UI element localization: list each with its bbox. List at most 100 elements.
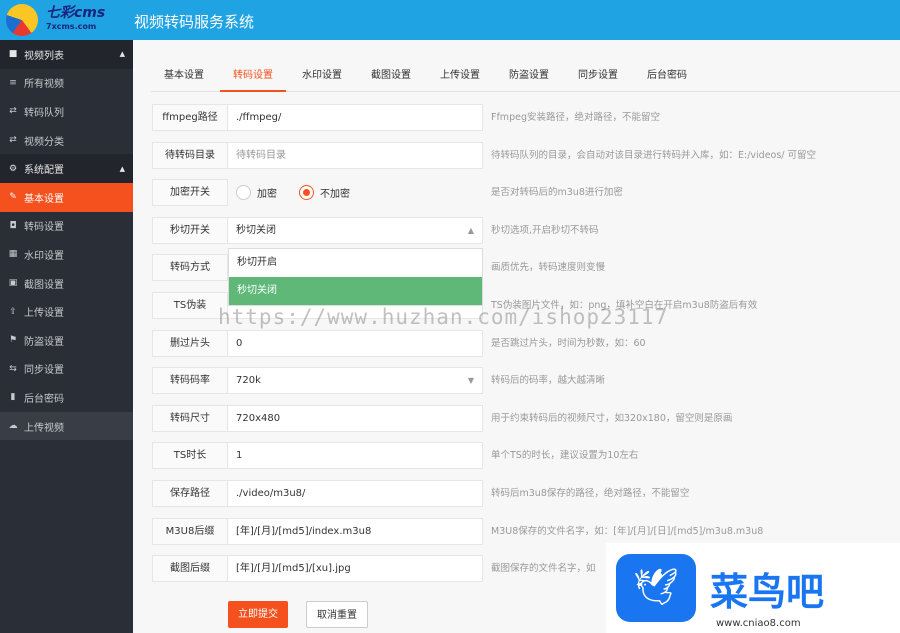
sidebar-item-label: 上传视频 — [24, 422, 64, 434]
caret-up-icon[interactable]: ▲ — [120, 50, 125, 58]
form-row: M3U8后缀 [年]/[月]/[md5]/index.m3u8 M3U8保存的文件名… — [152, 517, 764, 545]
sidebar-item[interactable]: ≡ 所有视频 — [0, 69, 133, 98]
watermark: https://www.huzhan.com/ishop23117 — [218, 305, 669, 329]
radio-button[interactable] — [236, 185, 251, 201]
input-value: [年]/[月]/[md5]/index.m3u8 — [236, 525, 372, 537]
tab[interactable]: 基本设置 — [151, 62, 217, 92]
form-input[interactable]: [年]/[月]/[md5]/[xu].jpg — [228, 555, 483, 583]
form-row: ffmpeg路径 ./ffmpeg/Ffmpeg安装路径，绝对路径，不能留空 — [152, 104, 660, 131]
sidebar-item[interactable]: ▣ 截图设置 — [0, 269, 133, 298]
form-label: 转码方式 — [152, 254, 228, 282]
sidebar-item-label: 截图设置 — [24, 279, 64, 291]
input-value: ./ffmpeg/ — [236, 112, 282, 123]
dropdown-menu: 秒切开启 秒切关闭 — [228, 248, 483, 306]
form-hint: 转码后的码率，越大越清晰 — [491, 375, 606, 387]
form-input[interactable]: [年]/[月]/[md5]/index.m3u8 — [228, 517, 483, 545]
tab[interactable]: 上传设置 — [427, 62, 493, 92]
exchange-icon: ⇄ — [9, 106, 17, 117]
logo[interactable]: 七彩cms 7xcms.com — [6, 2, 131, 38]
form-label: 删过片头 — [152, 329, 228, 357]
cloud-upload-icon: ☁ — [8, 421, 18, 432]
form-row: 转码尺寸 720x480 用于约束转码后的视频尺寸，如320x180，留空则是原画 — [152, 404, 732, 432]
image-icon: ▣ — [8, 278, 18, 289]
sidebar-item[interactable]: ⚙ 系统配置 ▲ — [0, 154, 133, 183]
sidebar-item[interactable]: ⇄ 转码队列 — [0, 97, 133, 126]
sidebar-item[interactable]: ⇄ 视频分类 — [0, 126, 133, 155]
form-label: 秒切开关 — [152, 216, 228, 244]
video-icon: ■ — [8, 49, 18, 60]
form-hint: 转码后m3u8保存的路径，绝对路径，不能留空 — [491, 488, 690, 499]
sidebar-item[interactable]: ■ 视频列表 ▲ — [0, 40, 133, 69]
sidebar-item[interactable]: ▦ 水印设置 — [0, 240, 133, 269]
tab[interactable]: 水印设置 — [289, 62, 355, 92]
form-hint: 画质优先，转码速度则变慢 — [491, 262, 606, 274]
sidebar-item-label: 上传设置 — [24, 308, 64, 320]
form-hint: 秒切选项,开启秒切不转码 — [491, 224, 599, 236]
sidebar-item-label: 系统配置 — [24, 165, 64, 177]
badge-url: www.cniao8.com — [716, 618, 801, 629]
form-hint: 是否对转码后的m3u8进行加密 — [491, 187, 623, 199]
caret-up-icon[interactable]: ▲ — [120, 165, 125, 173]
dropdown-option[interactable]: 秒切开启 — [229, 249, 482, 277]
form-hint: 截图保存的文件名字，如 — [491, 563, 596, 575]
logo-text: 七彩cms — [46, 5, 106, 21]
form-hint: M3U8保存的文件名字，如：[年]/[月]/[日]/[md5]/m3u8.m3u… — [491, 525, 764, 537]
input-value: 0 — [236, 337, 243, 349]
caret-up-icon: ▲ — [467, 225, 474, 235]
form-input[interactable]: 720x480 — [228, 404, 483, 432]
input-value: 720x480 — [236, 412, 281, 424]
form-row: 转码码率 720k ▼ 转码后的码率，越大越清晰 — [152, 367, 606, 395]
header: 七彩cms 7xcms.com 视频转码服务系统 — [0, 0, 900, 40]
form-row: 秒切开关 秒切关闭 ▲ 秒切选项,开启秒切不转码 — [152, 216, 599, 244]
submit-button[interactable]: 立即提交 — [228, 601, 288, 628]
form-input[interactable]: 0 — [228, 329, 483, 357]
input-value: 1 — [236, 450, 243, 462]
form-label: 加密开关 — [152, 179, 228, 207]
sidebar-item[interactable]: ⇆ 同步设置 — [0, 355, 133, 384]
exchange-icon: ⇄ — [9, 135, 17, 146]
cniao8-badge: 🕊 菜鸟吧 www.cniao8.com — [606, 543, 900, 633]
sidebar-item[interactable]: ☁ 上传视频 — [0, 411, 133, 441]
form-label: 转码码率 — [152, 367, 228, 395]
app-title: 视频转码服务系统 — [134, 13, 255, 31]
form-label: ffmpeg路径 — [152, 104, 228, 131]
form-row: 截图后缀 [年]/[月]/[md5]/[xu].jpg 截图保存的文件名字，如 — [152, 555, 596, 583]
lock-icon: ▮ — [10, 392, 16, 403]
form-label: TS时长 — [152, 442, 228, 470]
encrypt-radio-group: 加密 不加密 — [228, 179, 483, 206]
form-select[interactable]: 720k ▼ — [228, 367, 483, 395]
flag-icon: ⚑ — [8, 335, 18, 346]
form-input[interactable]: ./video/m3u8/ — [228, 480, 483, 507]
tab[interactable]: 同步设置 — [565, 62, 631, 92]
sidebar-item-label: 视频列表 — [24, 50, 64, 62]
form-input[interactable]: 待转码目录 — [228, 141, 483, 169]
form-select[interactable]: 秒切关闭 ▲ — [228, 216, 483, 244]
input-value: 秒切关闭 — [236, 224, 276, 236]
tab[interactable]: 防盗设置 — [496, 62, 562, 92]
gear-icon: ⚙ — [8, 163, 18, 174]
sync-icon: ⇆ — [9, 363, 17, 374]
radio-button[interactable] — [299, 185, 314, 201]
tab[interactable]: 截图设置 — [358, 62, 424, 92]
form-hint: Ffmpeg安装路径，绝对路径，不能留空 — [491, 112, 660, 123]
sidebar-item[interactable]: ✎ 基本设置 — [0, 182, 133, 212]
tab-bar: 基本设置 转码设置 水印设置 截图设置 上传设置 防盗设置 同步设置 后台密码 — [151, 62, 900, 92]
sidebar-item-label: 转码队列 — [24, 107, 64, 119]
sidebar-item[interactable]: ⚑ 防盗设置 — [0, 326, 133, 355]
sidebar-item[interactable]: ▮ 后台密码 — [0, 383, 133, 412]
form-input[interactable]: ./ffmpeg/ — [228, 104, 483, 131]
form-label: 转码尺寸 — [152, 404, 228, 432]
dropdown-option-selected[interactable]: 秒切关闭 — [229, 277, 482, 305]
tab[interactable]: 后台密码 — [634, 62, 700, 92]
sidebar-item[interactable]: ◘ 转码设置 — [0, 212, 133, 241]
form-hint: 待转码队列的目录，会自动对该目录进行转码并入库，如：E:/videos/ 可留空 — [491, 149, 817, 161]
form-input[interactable]: 1 — [228, 442, 483, 470]
badge-name: 菜鸟吧 — [710, 569, 825, 614]
form-row: 加密开关 加密 不加密 是否对转码后的m3u8进行加密 — [152, 179, 623, 207]
sidebar-item[interactable]: ⇧ 上传设置 — [0, 297, 133, 326]
input-value: [年]/[月]/[md5]/[xu].jpg — [236, 563, 351, 575]
tab[interactable]: 转码设置 — [220, 62, 286, 92]
radio-label: 加密 — [257, 189, 277, 201]
reset-button[interactable]: 取消重置 — [306, 601, 368, 628]
form-row: TS时长 1 单个TS的时长，建议设置为10左右 — [152, 442, 638, 470]
